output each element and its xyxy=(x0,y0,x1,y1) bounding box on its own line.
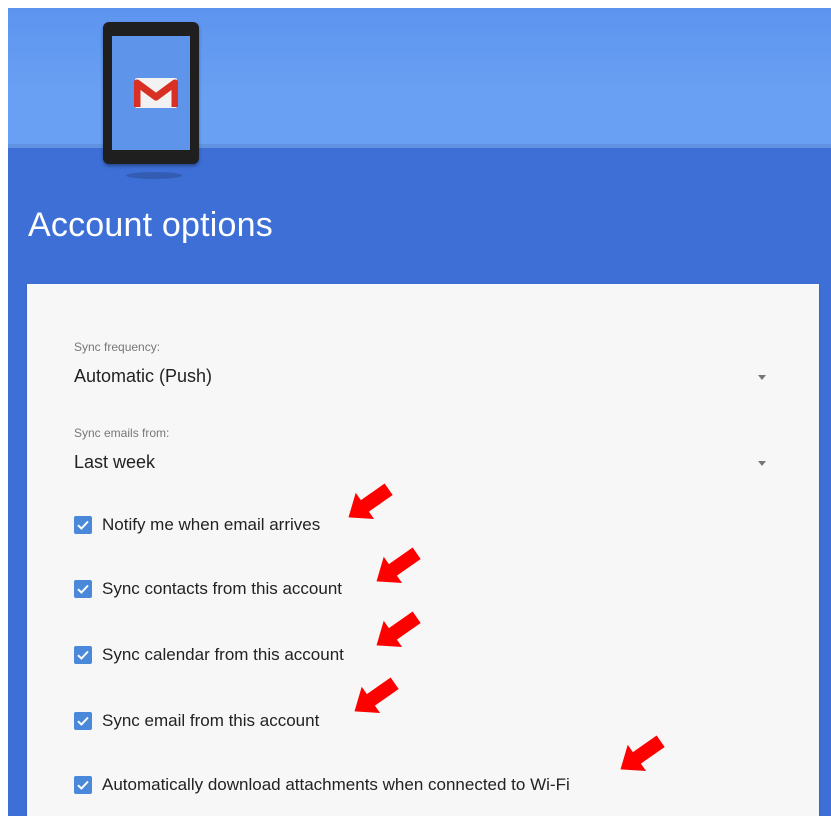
checkbox-checked-icon xyxy=(74,776,92,794)
tablet-shadow xyxy=(126,172,182,179)
checkbox-checked-icon xyxy=(74,580,92,598)
account-options-screen: Account options Sync frequency: Automati… xyxy=(8,8,831,816)
checkmark-icon xyxy=(77,780,89,790)
sync-contacts-checkbox[interactable]: Sync contacts from this account xyxy=(74,576,342,602)
tablet-illustration xyxy=(103,22,199,164)
checkbox-checked-icon xyxy=(74,516,92,534)
dropdown-caret-icon xyxy=(758,460,766,466)
checkbox-checked-icon xyxy=(74,712,92,730)
page-title: Account options xyxy=(28,206,273,244)
sync-frequency-label: Sync frequency: xyxy=(74,340,161,354)
checkbox-checked-icon xyxy=(74,646,92,664)
sync-emails-from-label: Sync emails from: xyxy=(74,426,170,440)
sync-calendar-label: Sync calendar from this account xyxy=(102,645,344,664)
notify-email-arrives-label: Notify me when email arrives xyxy=(102,515,321,534)
sync-calendar-checkbox[interactable]: Sync calendar from this account xyxy=(74,642,344,668)
sync-email-label: Sync email from this account xyxy=(102,711,320,730)
checkmark-icon xyxy=(77,520,89,530)
notify-email-arrives-checkbox[interactable]: Notify me when email arrives xyxy=(74,512,320,538)
sync-frequency-value: Automatic (Push) xyxy=(74,365,213,386)
auto-download-attachments-label: Automatically download attachments when … xyxy=(102,775,570,794)
gmail-envelope-icon xyxy=(134,78,178,108)
sync-contacts-label: Sync contacts from this account xyxy=(102,579,342,598)
tablet-screen xyxy=(112,36,190,150)
checkmark-icon xyxy=(77,584,89,594)
sync-email-checkbox[interactable]: Sync email from this account xyxy=(74,708,319,734)
sync-emails-from-dropdown[interactable]: Last week xyxy=(74,448,774,476)
checkmark-icon xyxy=(77,716,89,726)
settings-card: Sync frequency: Automatic (Push) Sync em… xyxy=(27,284,819,816)
sync-frequency-dropdown[interactable]: Automatic (Push) xyxy=(74,362,774,390)
checkmark-icon xyxy=(77,650,89,660)
dropdown-caret-icon xyxy=(758,374,766,380)
sync-emails-from-value: Last week xyxy=(74,451,156,472)
auto-download-attachments-checkbox[interactable]: Automatically download attachments when … xyxy=(74,772,570,798)
